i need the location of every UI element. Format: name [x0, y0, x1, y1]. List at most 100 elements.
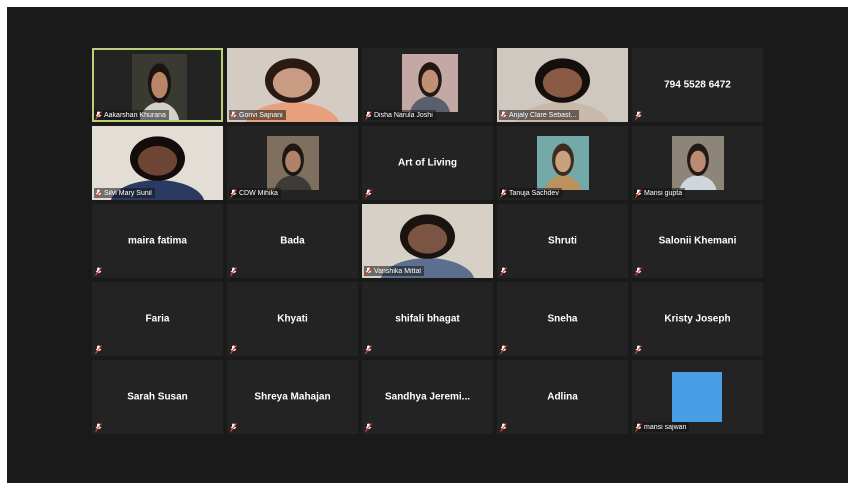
participant-nameplate: [94, 266, 107, 276]
participant-display-name: Sarah Susan: [127, 391, 188, 403]
participant-tile[interactable]: Salonii Khemani: [632, 204, 763, 278]
participant-display-name: 794 5528 6472: [664, 79, 731, 91]
muted-mic-icon: [635, 110, 642, 120]
participant-display-name: Khyati: [277, 313, 308, 325]
muted-mic-icon: [500, 188, 507, 198]
participant-nameplate: Aakarshan Khurana: [94, 110, 169, 120]
participant-nameplate: [499, 422, 512, 432]
participant-tile[interactable]: 794 5528 6472: [632, 48, 763, 122]
participant-tile[interactable]: Sneha: [497, 282, 628, 356]
muted-mic-icon: [365, 422, 372, 432]
participant-nameplate: [229, 344, 242, 354]
participant-name: Vanshika Mittal: [374, 267, 421, 275]
participant-nameplate: [364, 188, 377, 198]
muted-mic-icon: [365, 344, 372, 354]
muted-mic-icon: [500, 344, 507, 354]
participant-nameplate: [499, 344, 512, 354]
muted-mic-icon: [230, 188, 237, 198]
participant-nameplate: Anjaly Clare Sebast...: [499, 110, 580, 120]
participant-nameplate: Silvi Mary Sunil: [94, 188, 155, 198]
participant-tile[interactable]: Bada: [227, 204, 358, 278]
muted-mic-icon: [95, 422, 102, 432]
participant-tile[interactable]: shifali bhagat: [362, 282, 493, 356]
participant-video: [267, 136, 319, 190]
participant-nameplate: Tanuja Sachdev: [499, 188, 562, 198]
muted-mic-icon: [635, 266, 642, 276]
participant-nameplate: [94, 344, 107, 354]
participant-tile[interactable]: Gonvi Sajnani: [227, 48, 358, 122]
participant-name: Aakarshan Khurana: [104, 111, 166, 119]
participant-video: [672, 136, 724, 190]
muted-mic-icon: [365, 266, 372, 276]
profile-picture: [672, 372, 722, 422]
participant-display-name: Sneha: [547, 313, 578, 325]
participant-name: Anjaly Clare Sebast...: [509, 111, 577, 119]
participant-tile[interactable]: Aakarshan Khurana: [92, 48, 223, 122]
participant-tile[interactable]: Art of Living: [362, 126, 493, 200]
participant-nameplate: Disha Narula Joshi: [364, 110, 436, 120]
participant-display-name: maira fatima: [128, 235, 187, 247]
participant-name: Silvi Mary Sunil: [104, 189, 152, 197]
muted-mic-icon: [500, 110, 507, 120]
participant-tile[interactable]: Disha Narula Joshi: [362, 48, 493, 122]
participant-name: mansi sajwan: [644, 423, 687, 431]
participant-nameplate: [364, 344, 377, 354]
participant-tile[interactable]: Kristy Joseph: [632, 282, 763, 356]
muted-mic-icon: [635, 188, 642, 198]
participant-tile[interactable]: mansi sajwan: [632, 360, 763, 434]
muted-mic-icon: [365, 110, 372, 120]
muted-mic-icon: [635, 422, 642, 432]
participant-name: Disha Narula Joshi: [374, 111, 433, 119]
muted-mic-icon: [230, 422, 237, 432]
participant-tile[interactable]: Shruti: [497, 204, 628, 278]
participant-display-name: Adlina: [547, 391, 578, 403]
participant-name: CDW Mihika: [239, 189, 278, 197]
participant-nameplate: Gonvi Sajnani: [229, 110, 286, 120]
participant-nameplate: [499, 266, 512, 276]
participant-name: Tanuja Sachdev: [509, 189, 559, 197]
participant-tile[interactable]: CDW Mihika: [227, 126, 358, 200]
participant-display-name: Bada: [280, 235, 305, 247]
participant-nameplate: mansi sajwan: [634, 422, 690, 432]
participant-tile[interactable]: Shreya Mahajan: [227, 360, 358, 434]
participant-nameplate: CDW Mihika: [229, 188, 281, 198]
muted-mic-icon: [500, 422, 507, 432]
participant-tile[interactable]: Mansi gupta: [632, 126, 763, 200]
participant-tile[interactable]: Khyati: [227, 282, 358, 356]
participant-nameplate: [634, 110, 647, 120]
muted-mic-icon: [230, 110, 237, 120]
muted-mic-icon: [635, 344, 642, 354]
participant-display-name: Faria: [145, 313, 170, 325]
muted-mic-icon: [95, 110, 102, 120]
participant-display-name: Kristy Joseph: [664, 313, 731, 325]
muted-mic-icon: [95, 344, 102, 354]
gallery-view-grid: Aakarshan Khurana Gonvi Sajnani Disha Naru…: [92, 48, 763, 434]
participant-tile[interactable]: Anjaly Clare Sebast...: [497, 48, 628, 122]
participant-nameplate: Vanshika Mittal: [364, 266, 424, 276]
muted-mic-icon: [230, 266, 237, 276]
participant-nameplate: [229, 266, 242, 276]
participant-tile[interactable]: Vanshika Mittal: [362, 204, 493, 278]
participant-tile[interactable]: Faria: [92, 282, 223, 356]
participant-tile[interactable]: Silvi Mary Sunil: [92, 126, 223, 200]
participant-display-name: Art of Living: [398, 157, 457, 169]
participant-tile[interactable]: maira fatima: [92, 204, 223, 278]
participant-display-name: shifali bhagat: [395, 313, 460, 325]
participant-tile[interactable]: Adlina: [497, 360, 628, 434]
participant-nameplate: Mansi gupta: [634, 188, 686, 198]
participant-nameplate: [634, 344, 647, 354]
muted-mic-icon: [95, 266, 102, 276]
participant-nameplate: [634, 266, 647, 276]
muted-mic-icon: [365, 188, 372, 198]
participant-tile[interactable]: Tanuja Sachdev: [497, 126, 628, 200]
participant-video: [402, 54, 458, 112]
participant-display-name: Salonii Khemani: [658, 235, 737, 247]
participant-tile[interactable]: Sarah Susan: [92, 360, 223, 434]
participant-display-name: Shruti: [548, 235, 577, 247]
participant-tile[interactable]: Sandhya Jeremi...: [362, 360, 493, 434]
participant-video: [537, 136, 589, 190]
participant-display-name: Sandhya Jeremi...: [384, 391, 471, 403]
participant-nameplate: [94, 422, 107, 432]
participant-nameplate: [364, 422, 377, 432]
muted-mic-icon: [230, 344, 237, 354]
